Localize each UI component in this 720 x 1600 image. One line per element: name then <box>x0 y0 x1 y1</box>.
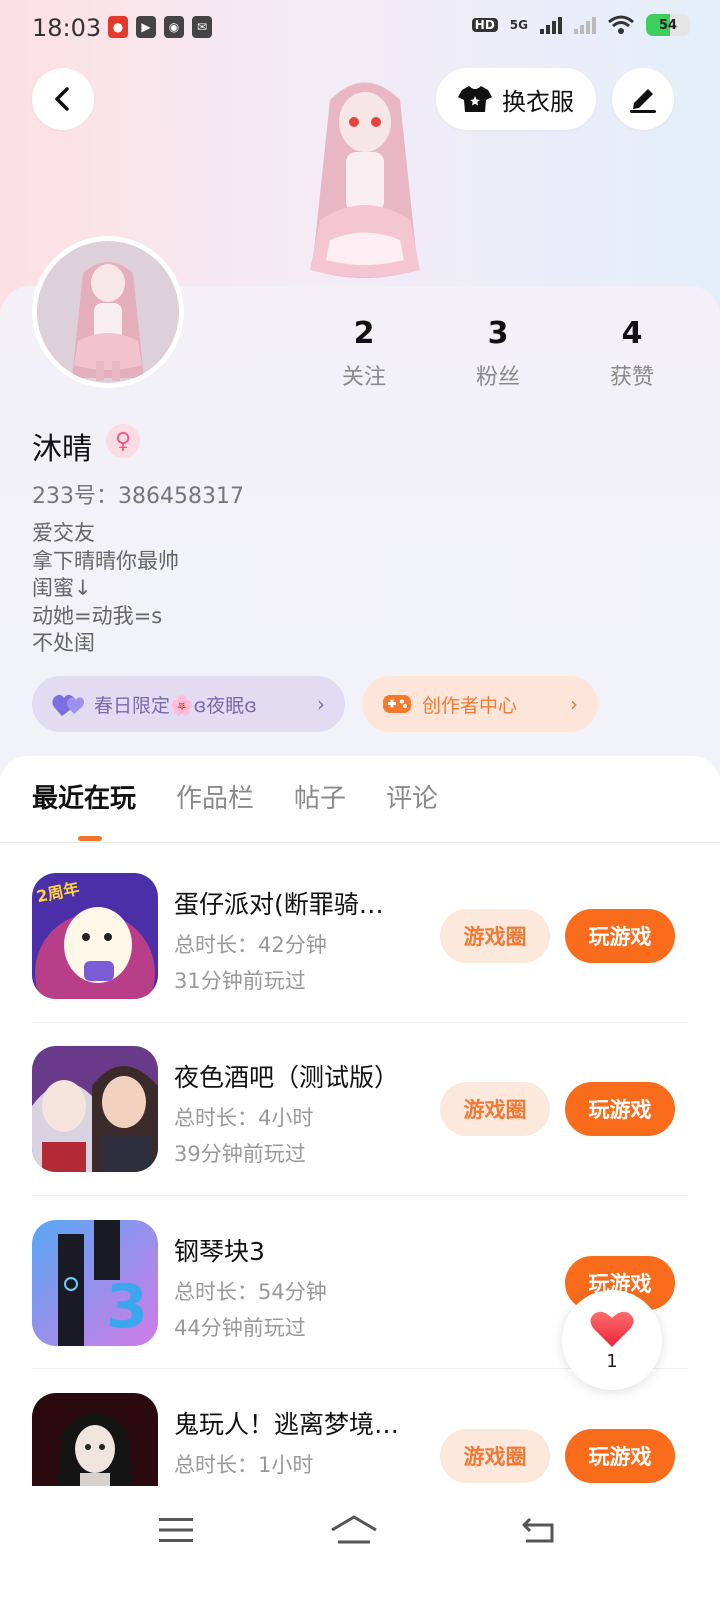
followers-count: 3 <box>487 316 509 351</box>
like-button[interactable]: 1 <box>562 1290 662 1390</box>
tab-posts[interactable]: 帖子 <box>294 778 346 815</box>
likes-label: 获赞 <box>609 365 654 390</box>
play-game-button[interactable]: 玩游戏 <box>565 909 675 963</box>
stat-followers[interactable]: 3 粉丝 <box>448 316 548 391</box>
game-duration: 总时长：4小时 <box>174 1106 314 1130</box>
username: 沐晴 <box>32 432 92 467</box>
game-duration: 总时长：54分钟 <box>174 1280 327 1304</box>
following-label: 关注 <box>341 365 386 390</box>
game-duration: 总时长：1小时 <box>174 1453 314 1477</box>
status-time: 18:03 <box>32 14 102 42</box>
menu-icon <box>159 1518 193 1542</box>
active-tab-indicator <box>78 836 102 841</box>
game-icon-ghost-player <box>32 1393 158 1486</box>
bio-line: 闺蜜↓ <box>32 576 92 600</box>
tab-recently-played[interactable]: 最近在玩 <box>32 778 136 815</box>
pencil-icon <box>630 89 656 113</box>
tshirt-icon <box>458 86 492 112</box>
game-last-played: 39分钟前玩过 <box>174 1142 306 1166</box>
network-label: 5G <box>509 18 528 32</box>
app-notification-icon: ● <box>108 16 128 38</box>
status-bar: 18:03 ● ▶ ◉ ✉ HD 5G 54 <box>0 0 720 56</box>
status-app-icons: ● ▶ ◉ ✉ <box>108 16 212 38</box>
creator-center-pill[interactable]: 创作者中心 › <box>362 676 598 732</box>
female-gender-icon: ♀ <box>106 424 140 458</box>
game-circle-button[interactable]: 游戏圈 <box>440 1082 550 1136</box>
bio-line: 动她=动我=s <box>32 603 163 628</box>
back-arrow-icon <box>55 87 69 111</box>
game-last-played: 31分钟前玩过 <box>174 969 306 993</box>
play-game-button[interactable]: 玩游戏 <box>565 1429 675 1483</box>
game-icon-eggy-party: 2周年 <box>32 873 158 999</box>
bio-line: 不处闺 <box>32 631 95 655</box>
back-nav-button[interactable] <box>508 1508 568 1552</box>
bio-line: 爱交友 <box>32 521 95 545</box>
video-app-icon: ▶ <box>136 16 156 38</box>
game-title: 蛋仔派对(断罪骑… <box>174 890 384 919</box>
change-outfit-label: 换衣服 <box>502 87 574 116</box>
battery-level: 54 <box>658 17 678 33</box>
play-game-button[interactable]: 玩游戏 <box>565 1082 675 1136</box>
signal-secondary-icon <box>574 16 596 34</box>
followers-label: 粉丝 <box>475 365 520 390</box>
spring-limited-label: 春日限定🌸ɞ夜眠ɞ <box>94 694 257 717</box>
row-divider <box>32 1022 688 1023</box>
avatar[interactable] <box>32 236 184 388</box>
battery-icon: 54 <box>646 14 690 36</box>
edit-profile-button[interactable] <box>612 68 674 130</box>
game-last-played: 44分钟前玩过 <box>174 1316 306 1340</box>
row-divider <box>32 1195 688 1196</box>
dressup-avatar-figure[interactable] <box>290 70 440 286</box>
creator-center-label: 创作者中心 <box>422 694 518 717</box>
game-row[interactable]: 夜色酒吧（测试版） 总时长：4小时 39分钟前玩过 游戏圈 玩游戏 <box>32 1046 688 1172</box>
back-button[interactable] <box>32 68 94 130</box>
game-title: 夜色酒吧（测试版） <box>174 1063 400 1092</box>
user-id[interactable]: 233号：386458317 <box>32 478 244 510</box>
status-indicators: HD 5G 54 <box>471 14 690 36</box>
likes-count: 4 <box>621 316 643 351</box>
gamepad-icon <box>383 695 411 713</box>
game-duration: 总时长：42分钟 <box>174 933 327 957</box>
game-icon-night-bar <box>32 1046 158 1172</box>
hd-icon: HD <box>471 18 498 32</box>
wifi-icon <box>608 15 634 34</box>
home-nav-button[interactable] <box>324 1508 384 1552</box>
spring-limited-pill[interactable]: 春日限定🌸ɞ夜眠ɞ › <box>32 676 345 732</box>
profile-tabs: 最近在玩 作品栏 帖子 评论 <box>32 778 438 815</box>
game-icon-badge: 3 <box>106 1272 148 1342</box>
game-circle-button[interactable]: 游戏圈 <box>440 909 550 963</box>
stat-following[interactable]: 2 关注 <box>314 316 414 391</box>
game-row[interactable]: 鬼玩人！逃离梦境… 总时长：1小时 游戏圈 玩游戏 <box>32 1393 688 1486</box>
bio: 爱交友 拿下晴晴你最帅 闺蜜↓ 动她=动我=s 不处闺 <box>32 520 179 658</box>
tab-comments[interactable]: 评论 <box>386 778 438 815</box>
game-row[interactable]: 2周年 蛋仔派对(断罪骑… 总时长：42分钟 31分钟前玩过 游戏圈 玩游戏 <box>32 873 688 999</box>
avatar-image <box>37 241 179 383</box>
avatar-character-image <box>72 262 144 381</box>
media-app-icon: ◉ <box>164 16 184 38</box>
tab-works[interactable]: 作品栏 <box>176 778 254 815</box>
signal-icon <box>540 16 562 34</box>
heart-icon <box>590 1311 634 1347</box>
stat-likes[interactable]: 4 获赞 <box>582 316 682 391</box>
system-navigation-bar <box>0 1486 720 1600</box>
chevron-right-icon: › <box>570 692 578 716</box>
home-icon <box>331 1515 377 1544</box>
tab-divider <box>0 842 720 843</box>
game-title: 钢琴块3 <box>174 1237 265 1266</box>
game-icon-piano-tiles: 3 <box>32 1220 158 1346</box>
like-count: 1 <box>606 1350 618 1372</box>
change-outfit-button[interactable]: 换衣服 <box>436 68 596 130</box>
game-circle-button[interactable]: 游戏圈 <box>440 1429 550 1483</box>
mail-app-icon: ✉ <box>192 16 212 38</box>
following-count: 2 <box>353 316 375 351</box>
chevron-right-icon: › <box>317 692 325 716</box>
return-icon <box>522 1517 554 1543</box>
game-title: 鬼玩人！逃离梦境… <box>174 1410 400 1439</box>
menu-nav-button[interactable] <box>146 1508 206 1552</box>
hearts-icon <box>52 694 84 716</box>
bio-line: 拿下晴晴你最帅 <box>32 548 179 573</box>
